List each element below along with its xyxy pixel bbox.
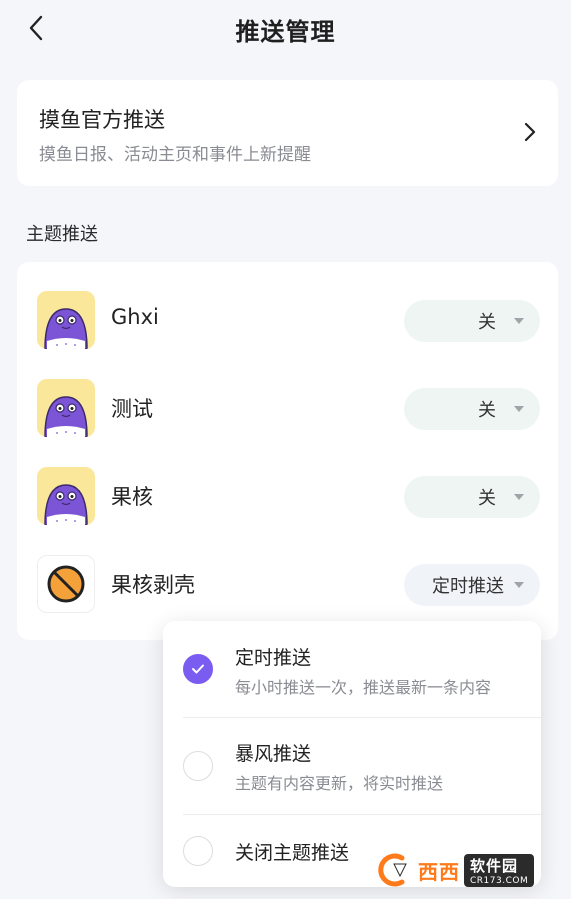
radio-unchecked[interactable] bbox=[183, 751, 213, 781]
topic-list-card: Ghxi 关 测试 关 果核 关 果核剥壳 定时推送 bbox=[17, 262, 558, 640]
topic-avatar bbox=[37, 291, 95, 349]
push-mode-value: 定时推送 bbox=[432, 576, 504, 597]
option-title: 关闭主题推送 bbox=[235, 842, 350, 864]
push-mode-value: 关 bbox=[478, 488, 496, 509]
option-title: 暴风推送 bbox=[235, 743, 312, 765]
purple-creature-avatar-icon bbox=[37, 379, 95, 437]
caret-down-icon bbox=[514, 318, 524, 324]
option-scheduled-push[interactable]: 定时推送 每小时推送一次，推送最新一条内容 bbox=[163, 621, 541, 717]
push-mode-select[interactable]: 定时推送 bbox=[404, 564, 540, 606]
option-description: 主题有内容更新，将实时推送 bbox=[235, 774, 444, 793]
topic-row-test: 测试 关 bbox=[17, 373, 558, 443]
radio-checked[interactable] bbox=[183, 654, 213, 684]
purple-creature-avatar-icon bbox=[37, 467, 95, 525]
push-mode-value: 关 bbox=[478, 312, 496, 333]
radio-unchecked[interactable] bbox=[183, 836, 213, 866]
watermark-brand: 西西 bbox=[418, 859, 460, 884]
topic-avatar bbox=[37, 467, 95, 525]
official-push-title: 摸鱼官方推送 bbox=[39, 108, 165, 132]
topic-avatar bbox=[37, 379, 95, 437]
push-mode-select[interactable]: 关 bbox=[404, 388, 540, 430]
topic-avatar bbox=[37, 555, 95, 613]
page-title: 推送管理 bbox=[235, 17, 336, 46]
option-storm-push[interactable]: 暴风推送 主题有内容更新，将实时推送 bbox=[163, 718, 541, 814]
watermark-logo-icon bbox=[378, 853, 407, 887]
purple-creature-avatar-icon bbox=[37, 291, 95, 349]
push-mode-select[interactable]: 关 bbox=[404, 300, 540, 342]
topic-name: 测试 bbox=[111, 397, 153, 421]
watermark-box: 软件园 CR173.COM bbox=[464, 853, 535, 887]
push-mode-value: 关 bbox=[478, 400, 496, 421]
topic-row-ghxi: Ghxi 关 bbox=[17, 285, 558, 355]
chevron-right-icon bbox=[524, 122, 536, 142]
official-push-card[interactable]: 摸鱼官方推送 摸鱼日报、活动主页和事件上新提醒 bbox=[17, 80, 558, 186]
option-description: 每小时推送一次，推送最新一条内容 bbox=[235, 678, 492, 697]
push-mode-dropdown: 定时推送 每小时推送一次，推送最新一条内容 暴风推送 主题有内容更新，将实时推送… bbox=[163, 621, 541, 887]
top-bar: 推送管理 bbox=[0, 0, 571, 58]
caret-down-icon bbox=[514, 582, 524, 588]
orange-slash-circle-avatar-icon bbox=[47, 565, 85, 603]
site-watermark: 西西 软件园 CR173.COM bbox=[372, 852, 552, 888]
checkmark-icon bbox=[192, 664, 204, 674]
topic-name: Ghxi bbox=[111, 305, 159, 329]
option-title: 定时推送 bbox=[235, 647, 312, 669]
chevron-left-icon bbox=[29, 15, 43, 41]
topic-push-section-label: 主题推送 bbox=[26, 224, 98, 245]
push-mode-select[interactable]: 关 bbox=[404, 476, 540, 518]
official-push-subtitle: 摸鱼日报、活动主页和事件上新提醒 bbox=[39, 145, 311, 165]
watermark-text: 软件园 bbox=[470, 856, 519, 875]
caret-down-icon bbox=[514, 494, 524, 500]
topic-row-guohe-boke: 果核剥壳 定时推送 bbox=[17, 549, 558, 619]
caret-down-icon bbox=[514, 406, 524, 412]
back-button[interactable] bbox=[18, 10, 54, 46]
topic-name: 果核剥壳 bbox=[111, 573, 195, 597]
topic-row-guohe: 果核 关 bbox=[17, 461, 558, 531]
topic-name: 果核 bbox=[111, 485, 153, 509]
watermark-url: CR173.COM bbox=[470, 875, 529, 886]
